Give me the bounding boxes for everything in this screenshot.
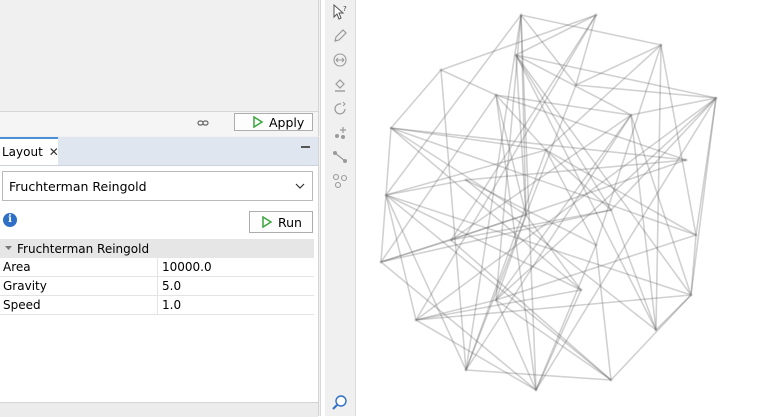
graph-edge: [630, 114, 692, 296]
graph-node[interactable]: [464, 178, 468, 182]
paint-bucket-icon[interactable]: [332, 77, 348, 93]
graph-toolbar: ?: [325, 0, 356, 416]
graph-edge: [575, 84, 717, 99]
graph-node[interactable]: [514, 53, 518, 57]
graph-node[interactable]: [439, 68, 443, 72]
edit-cursor-icon[interactable]: ?: [332, 4, 348, 20]
graph-node[interactable]: [684, 158, 688, 162]
property-name: Speed: [3, 298, 41, 312]
property-value[interactable]: 10000.0: [157, 258, 212, 277]
layout-algorithm-value: Fruchterman Reingold: [9, 178, 147, 194]
property-group-label: Fruchterman Reingold: [17, 241, 150, 256]
zoom-icon[interactable]: [332, 394, 348, 410]
info-icon[interactable]: i: [3, 213, 17, 227]
run-button[interactable]: Run: [249, 211, 313, 233]
graph-edge: [465, 369, 612, 381]
apply-label: Apply: [269, 114, 305, 130]
tab-layout[interactable]: Layout ✕: [0, 137, 59, 165]
property-value[interactable]: 1.0: [157, 296, 181, 315]
add-node-icon[interactable]: [332, 125, 348, 141]
graph-edge: [515, 54, 692, 296]
close-icon[interactable]: ✕: [49, 145, 59, 159]
graph-node[interactable]: [544, 148, 548, 152]
graph-edge: [575, 14, 597, 86]
graph-edge: [390, 69, 442, 129]
graph-node[interactable]: [379, 260, 383, 264]
apply-row: Apply: [0, 111, 319, 136]
layout-algorithm-select[interactable]: Fruchterman Reingold: [2, 171, 313, 201]
graph-node[interactable]: [609, 378, 613, 382]
graph-node[interactable]: [464, 368, 468, 372]
play-icon: [253, 116, 263, 128]
graph-node[interactable]: [594, 243, 598, 247]
graph-edge: [385, 179, 467, 196]
graph-edge: [440, 69, 497, 96]
property-name: Gravity: [3, 279, 47, 293]
graph-edges: [379, 13, 718, 392]
property-name: Area: [3, 260, 31, 274]
property-row-area[interactable]: Area 10000.0: [0, 258, 314, 277]
graph-node[interactable]: [654, 328, 658, 332]
graph-node[interactable]: [594, 13, 598, 17]
graph-canvas[interactable]: [356, 0, 760, 416]
tab-layout-label: Layout: [2, 145, 43, 159]
apply-button[interactable]: Apply: [234, 113, 313, 131]
minimize-icon[interactable]: [301, 146, 310, 148]
layout-panel: Fruchterman Reingold i Run Fruchterman R…: [0, 166, 319, 416]
graph-edge: [390, 127, 582, 291]
graph-edge: [415, 319, 537, 391]
graph-edge: [690, 97, 717, 296]
graph-node[interactable]: [524, 213, 528, 217]
property-group-header[interactable]: Fruchterman Reingold: [0, 239, 314, 258]
graph-node[interactable]: [579, 288, 583, 292]
graph-node[interactable]: [694, 233, 698, 237]
graph-edge: [525, 214, 582, 291]
graph-node[interactable]: [389, 126, 393, 130]
resize-icon[interactable]: [332, 52, 348, 68]
graph-edge: [495, 114, 632, 301]
upper-panel: [0, 0, 319, 111]
graph-node[interactable]: [574, 83, 578, 87]
graph-node[interactable]: [494, 298, 498, 302]
run-label: Run: [278, 214, 302, 230]
property-row-gravity[interactable]: Gravity 5.0: [0, 277, 314, 296]
link-icon[interactable]: [197, 117, 209, 129]
chevron-down-icon: [295, 183, 305, 189]
graph-node[interactable]: [534, 388, 538, 392]
graph-edge: [545, 149, 612, 211]
graph-node[interactable]: [414, 318, 418, 322]
property-value[interactable]: 5.0: [157, 277, 181, 296]
graph-edge: [385, 194, 417, 321]
graph-edge: [440, 14, 597, 71]
pencil-icon[interactable]: [332, 28, 348, 44]
graph-node[interactable]: [714, 96, 718, 100]
play-icon: [262, 216, 272, 228]
graph-node[interactable]: [519, 13, 523, 17]
shortest-path-icon[interactable]: [332, 173, 348, 189]
chevron-down-icon: [5, 246, 12, 250]
graph-edge: [610, 294, 692, 381]
graph-edge: [465, 14, 522, 371]
layout-tabbar: Layout ✕: [0, 137, 319, 166]
graph-node[interactable]: [494, 93, 498, 97]
graph-node[interactable]: [689, 293, 693, 297]
graph-edge: [515, 54, 657, 331]
graph-node[interactable]: [659, 43, 663, 47]
property-row-speed[interactable]: Speed 1.0: [0, 296, 314, 315]
graph-node[interactable]: [629, 113, 633, 117]
bottom-strip: [0, 402, 318, 417]
graph-edge: [535, 244, 597, 391]
svg-text:?: ?: [343, 5, 347, 13]
add-edge-icon[interactable]: [332, 149, 348, 165]
graph-node[interactable]: [449, 238, 453, 242]
graph-node[interactable]: [609, 208, 613, 212]
rotate-icon[interactable]: [332, 101, 348, 117]
graph-edge: [575, 44, 662, 86]
graph-node[interactable]: [384, 193, 388, 197]
left-pane: Apply Layout ✕ Fruchterman Reingold i Ru…: [0, 0, 320, 417]
